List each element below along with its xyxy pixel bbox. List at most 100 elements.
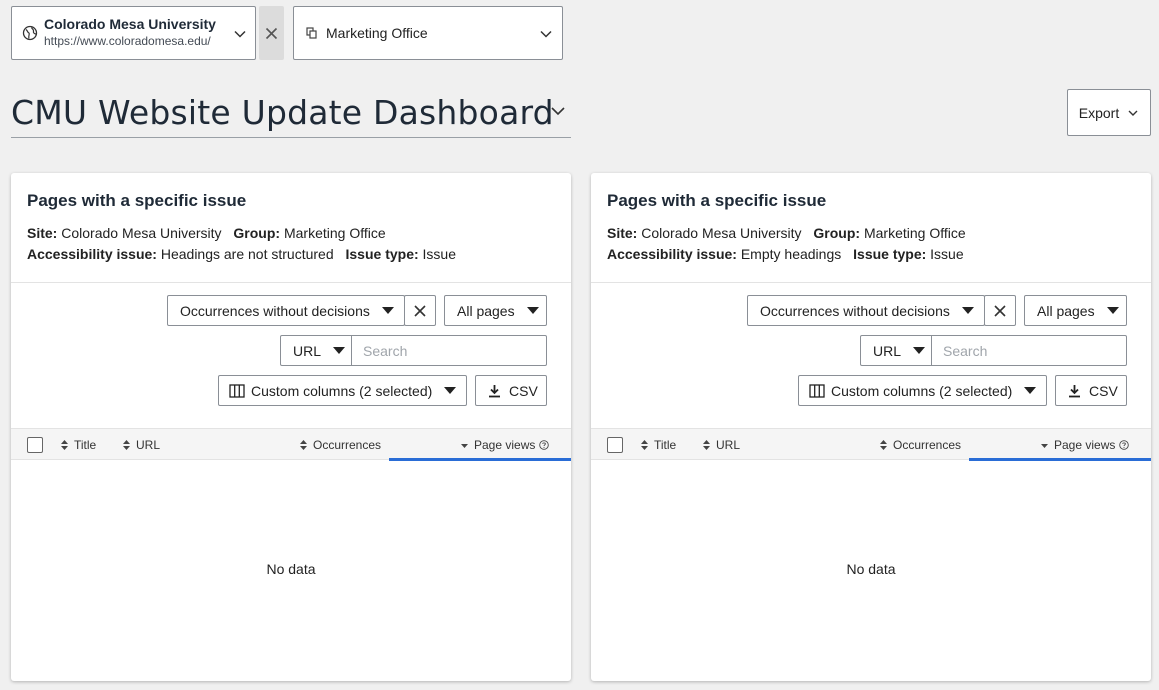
site-meta-value: Colorado Mesa University	[641, 225, 802, 241]
close-icon	[265, 27, 278, 39]
sort-descending-icon	[461, 444, 468, 448]
group-meta-label: Group:	[233, 225, 281, 241]
search-input[interactable]	[363, 342, 533, 359]
chevron-down-icon	[540, 30, 552, 38]
download-icon	[489, 384, 500, 397]
type-meta-label: Issue type:	[853, 246, 927, 262]
column-header-page-views[interactable]: Page views	[461, 438, 550, 452]
select-all-checkbox[interactable]	[27, 437, 43, 453]
pages-filter-select[interactable]: All pages	[444, 295, 547, 326]
help-icon[interactable]	[1119, 440, 1130, 450]
issue-meta-value: Empty headings	[740, 246, 842, 262]
site-name: Colorado Mesa University	[44, 16, 216, 32]
caret-down-icon	[333, 347, 346, 354]
issue-meta-value: Headings are not structured	[160, 246, 334, 262]
column-header-title[interactable]: Title	[641, 438, 676, 452]
pages-filter-label: All pages	[457, 302, 515, 319]
custom-columns-label: Custom columns (2 selected)	[831, 382, 1013, 399]
type-meta-value: Issue	[422, 246, 456, 262]
clear-filter-button[interactable]	[404, 295, 436, 326]
site-meta-value: Colorado Mesa University	[61, 225, 222, 241]
group-icon	[306, 27, 317, 39]
caret-down-icon	[913, 347, 926, 354]
column-header-url[interactable]: URL	[123, 438, 160, 452]
custom-columns-button[interactable]: Custom columns (2 selected)	[218, 375, 467, 406]
empty-state: No data	[846, 561, 896, 577]
close-icon	[414, 304, 426, 317]
pages-filter-select[interactable]: All pages	[1024, 295, 1127, 326]
page-title: CMU Website Update Dashboard	[11, 93, 554, 132]
group-meta-label: Group:	[813, 225, 861, 241]
panel-meta-line-1: Site: Colorado Mesa University Group: Ma…	[607, 223, 1135, 244]
csv-label: CSV	[509, 382, 538, 399]
group-selector[interactable]: Marketing Office	[293, 6, 563, 60]
column-page-views-label: Page views	[1054, 438, 1116, 452]
caret-down-icon	[381, 307, 394, 314]
column-header-title[interactable]: Title	[61, 438, 96, 452]
search-input[interactable]	[943, 342, 1113, 359]
type-meta-value: Issue	[930, 246, 964, 262]
caret-down-icon	[1106, 307, 1119, 314]
group-meta-value: Marketing Office	[863, 225, 966, 241]
sort-icon	[880, 440, 887, 450]
dashboard-selector[interactable]: CMU Website Update Dashboard	[11, 88, 571, 138]
clear-filter-button[interactable]	[984, 295, 1016, 326]
occurrence-filter-label: Occurrences without decisions	[760, 302, 950, 319]
export-button[interactable]: Export	[1067, 89, 1151, 136]
column-header-occurrences[interactable]: Occurrences	[880, 438, 961, 452]
site-meta-label: Site:	[27, 225, 58, 241]
custom-columns-label: Custom columns (2 selected)	[251, 382, 433, 399]
csv-download-button[interactable]: CSV	[1055, 375, 1127, 406]
table-header: Title URL Occurrences Page views	[591, 428, 1151, 461]
sort-icon	[300, 440, 307, 450]
caret-down-icon	[961, 307, 974, 314]
panel-header: Pages with a specific issue Site: Colora…	[591, 173, 1151, 283]
sort-icon	[123, 440, 130, 450]
occurrence-filter-select[interactable]: Occurrences without decisions	[747, 295, 985, 326]
caret-down-icon	[1024, 387, 1037, 394]
issue-meta-label: Accessibility issue:	[607, 246, 737, 262]
site-selector[interactable]: Colorado Mesa University https://www.col…	[11, 6, 256, 60]
columns-icon	[229, 383, 245, 398]
sort-icon	[61, 440, 68, 450]
select-all-checkbox[interactable]	[607, 437, 623, 453]
column-occurrences-label: Occurrences	[893, 438, 962, 452]
search-field-label: URL	[873, 342, 902, 359]
search-field-label: URL	[293, 342, 322, 359]
search-box	[351, 335, 547, 366]
column-header-page-views[interactable]: Page views	[1041, 438, 1130, 452]
site-url: https://www.coloradomesa.edu/	[44, 34, 211, 48]
chevron-down-icon	[234, 30, 246, 38]
active-sort-indicator	[969, 458, 1151, 461]
chevron-down-icon	[1128, 110, 1138, 116]
column-title-label: Title	[654, 438, 677, 452]
occurrence-filter-select[interactable]: Occurrences without decisions	[167, 295, 405, 326]
active-sort-indicator	[389, 458, 571, 461]
column-url-label: URL	[716, 438, 741, 452]
column-header-occurrences[interactable]: Occurrences	[300, 438, 381, 452]
caret-down-icon	[526, 307, 539, 314]
caret-down-icon	[444, 387, 457, 394]
issue-panel-right: Pages with a specific issue Site: Colora…	[591, 173, 1151, 681]
help-icon[interactable]	[539, 440, 550, 450]
export-label: Export	[1078, 104, 1120, 121]
search-field-select[interactable]: URL	[280, 335, 352, 366]
download-icon	[1069, 384, 1080, 397]
panel-meta-line-2: Accessibility issue: Empty headings Issu…	[607, 244, 1135, 265]
column-occurrences-label: Occurrences	[313, 438, 382, 452]
globe-icon	[22, 25, 38, 41]
sort-icon	[641, 440, 648, 450]
type-meta-label: Issue type:	[345, 246, 419, 262]
column-title-label: Title	[74, 438, 97, 452]
clear-site-button[interactable]	[259, 6, 284, 60]
sort-icon	[703, 440, 710, 450]
empty-state: No data	[266, 561, 316, 577]
columns-icon	[809, 383, 825, 398]
search-field-select[interactable]: URL	[860, 335, 932, 366]
custom-columns-button[interactable]: Custom columns (2 selected)	[798, 375, 1047, 406]
sort-descending-icon	[1041, 444, 1048, 448]
csv-download-button[interactable]: CSV	[475, 375, 547, 406]
column-page-views-label: Page views	[474, 438, 536, 452]
column-header-url[interactable]: URL	[703, 438, 740, 452]
panel-meta-line-1: Site: Colorado Mesa University Group: Ma…	[27, 223, 555, 244]
